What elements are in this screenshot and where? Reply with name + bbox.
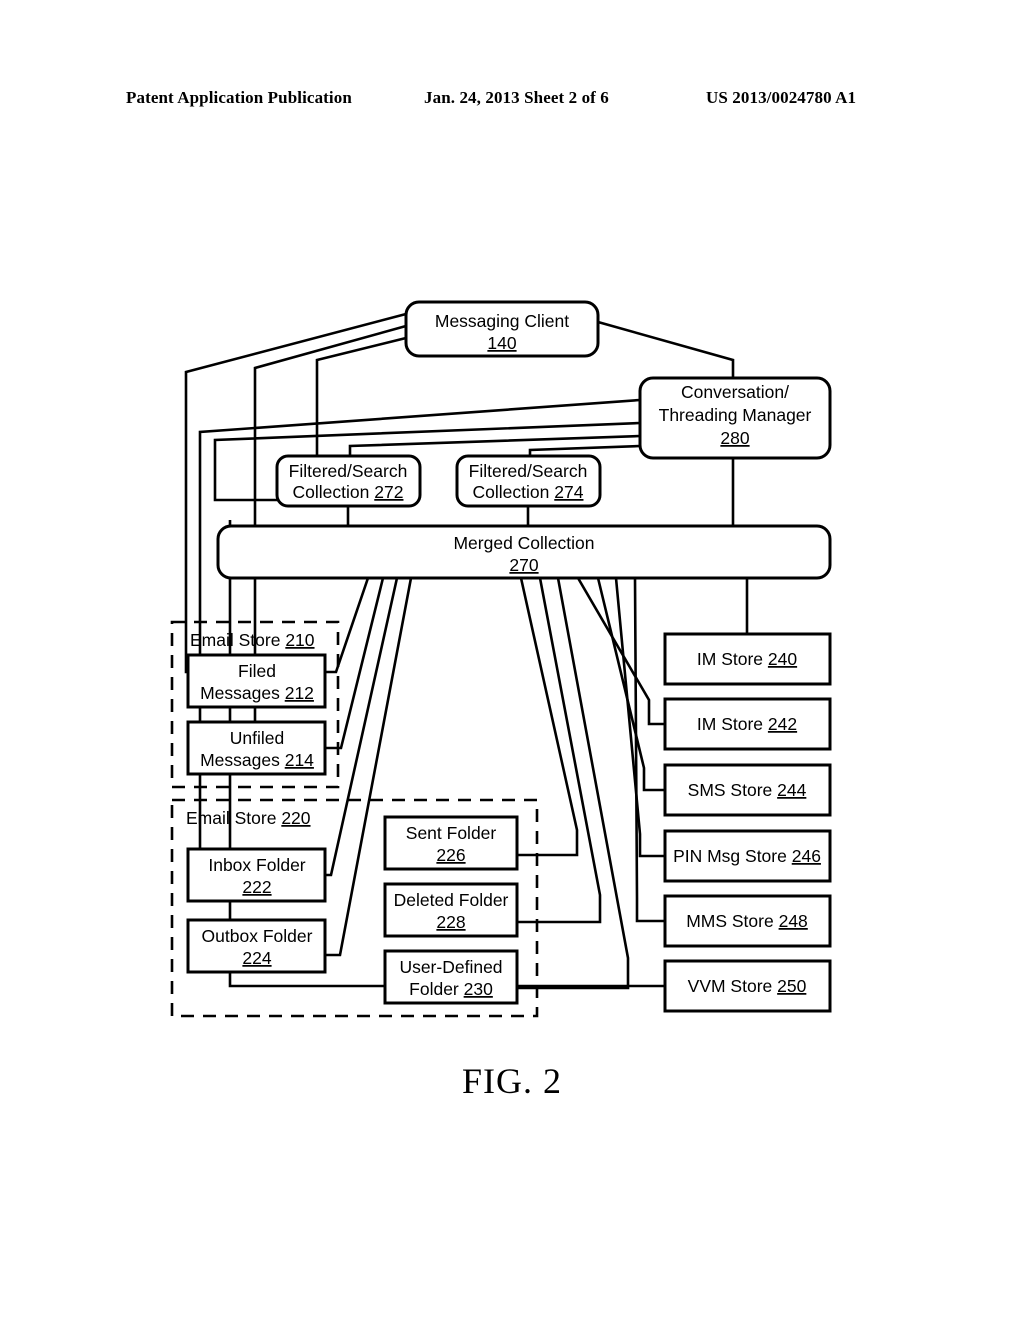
mms-store-248-ref: 248 [779,911,808,931]
node-filed-messages-212[interactable]: Filed Messages 212 [186,653,327,709]
inbox-folder-222-label: Inbox Folder [208,855,305,875]
group-message-stores: IM Store 240 IM Store 242 SMS Store 244 … [663,632,832,1013]
mms-store-248-name: MMS Store [686,911,774,931]
node-im-store-240[interactable]: IM Store 240 [663,632,832,686]
node-sms-store-244[interactable]: SMS Store 244 [663,763,832,817]
node-unfiled-messages-214[interactable]: Unfiled Messages 214 [186,720,327,776]
wire-merged-to-unfiled-214 [325,577,385,750]
email-store-210-name: Email Store [190,630,280,650]
vvm-store-250-ref: 250 [777,976,806,996]
unfiled-messages-214-word: Messages [200,750,280,770]
userdefined-folder-230-ref: 230 [464,979,493,999]
outbox-folder-224-ref: 224 [242,948,271,968]
filed-messages-212-word: Messages [200,683,280,703]
wire-merged-to-filed-212 [325,577,370,674]
unfiled-messages-214-ref: 214 [285,750,314,770]
vvm-store-250-name: VVM Store [688,976,773,996]
email-store-210-ref: 210 [285,630,314,650]
userdefined-folder-230-label: User-Defined [399,957,502,977]
merged-collection-label: Merged Collection [453,533,594,553]
userdefined-folder-230-sublabel: Folder 230 [409,979,493,999]
pin-store-246-ref: 246 [792,846,821,866]
node-threading-manager[interactable]: Conversation/ Threading Manager 280 [638,376,832,460]
node-messaging-client[interactable]: Messaging Client 140 [404,300,600,358]
pin-store-246-name: PIN Msg Store [673,846,787,866]
im-store-240-label: IM Store 240 [697,649,797,669]
im-store-242-name: IM Store [697,714,763,734]
node-filtered-collection-274[interactable]: Filtered/Search Collection 274 [455,454,602,508]
filed-messages-212-ref: 212 [285,683,314,703]
unfiled-messages-214-label: Unfiled [230,728,284,748]
wire-client-to-manager [597,320,735,378]
outbox-folder-224-label: Outbox Folder [202,926,313,946]
email-store-220-ref: 220 [281,808,310,828]
node-sent-folder-226[interactable]: Sent Folder 226 [383,815,519,871]
filtered-collection-272-word: Collection [293,482,370,502]
sent-folder-226-label: Sent Folder [406,823,497,843]
vvm-store-250-label: VVM Store 250 [688,976,807,996]
node-pin-store-246[interactable]: PIN Msg Store 246 [663,829,832,883]
im-store-242-label: IM Store 242 [697,714,797,734]
node-mms-store-248[interactable]: MMS Store 248 [663,894,832,948]
filtered-collection-272-sublabel: Collection 272 [293,482,404,502]
im-store-240-ref: 240 [768,649,797,669]
wire-merged-to-im-242 [576,577,665,726]
filed-messages-212-sublabel: Messages 212 [200,683,314,703]
userdefined-folder-230-word: Folder [409,979,459,999]
node-filtered-collection-272[interactable]: Filtered/Search Collection 272 [275,454,422,508]
messaging-client-label: Messaging Client [435,311,569,331]
node-outbox-folder-224[interactable]: Outbox Folder 224 [186,918,327,974]
email-store-210-title: Email Store 210 [190,630,315,650]
sms-store-244-label: SMS Store 244 [688,780,807,800]
threading-manager-label-line2: Threading Manager [659,405,812,425]
threading-manager-label-line1: Conversation/ [681,382,789,402]
mms-store-248-label: MMS Store 248 [686,911,808,931]
patent-figure-sheet: Patent Application Publication Jan. 24, … [0,0,1024,1320]
filtered-collection-272-label: Filtered/Search [289,461,408,481]
node-vvm-store-250[interactable]: VVM Store 250 [663,959,832,1013]
node-merged-collection[interactable]: Merged Collection 270 [216,524,832,580]
figure-2-diagram: Messaging Client 140 Conversation/ Threa… [170,300,832,1018]
im-store-240-name: IM Store [697,649,763,669]
threading-manager-ref: 280 [720,428,749,448]
sms-store-244-name: SMS Store [688,780,773,800]
merged-collection-ref: 270 [509,555,538,575]
figure-caption: FIG. 2 [461,1061,562,1101]
email-store-220-title: Email Store 220 [186,808,311,828]
deleted-folder-228-ref: 228 [436,912,465,932]
sent-folder-226-ref: 226 [436,845,465,865]
wire-merged-to-pin-246 [614,577,665,858]
im-store-242-ref: 242 [768,714,797,734]
pin-store-246-label: PIN Msg Store 246 [673,846,821,866]
inbox-folder-222-ref: 222 [242,877,271,897]
filtered-collection-272-ref: 272 [374,482,403,502]
sms-store-244-ref: 244 [777,780,806,800]
deleted-folder-228-label: Deleted Folder [394,890,509,910]
email-store-220-name: Email Store [186,808,276,828]
group-email-store-210: Email Store 210 Filed Messages 212 Unfil… [170,620,340,789]
filed-messages-212-label: Filed [238,661,276,681]
filtered-collection-274-label: Filtered/Search [469,461,588,481]
filtered-collection-274-sublabel: Collection 274 [473,482,584,502]
messaging-client-ref: 140 [487,333,516,353]
filtered-collection-274-word: Collection [473,482,550,502]
node-deleted-folder-228[interactable]: Deleted Folder 228 [383,882,519,938]
filtered-collection-274-ref: 274 [554,482,583,502]
node-im-store-242[interactable]: IM Store 242 [663,697,832,751]
group-email-store-220: Email Store 220 Inbox Folder 222 Outbox … [170,798,539,1018]
wire-merged-to-sms-244 [596,577,665,792]
node-inbox-folder-222[interactable]: Inbox Folder 222 [186,847,327,903]
unfiled-messages-214-sublabel: Messages 214 [200,750,314,770]
node-userdefined-folder-230[interactable]: User-Defined Folder 230 [383,949,519,1005]
